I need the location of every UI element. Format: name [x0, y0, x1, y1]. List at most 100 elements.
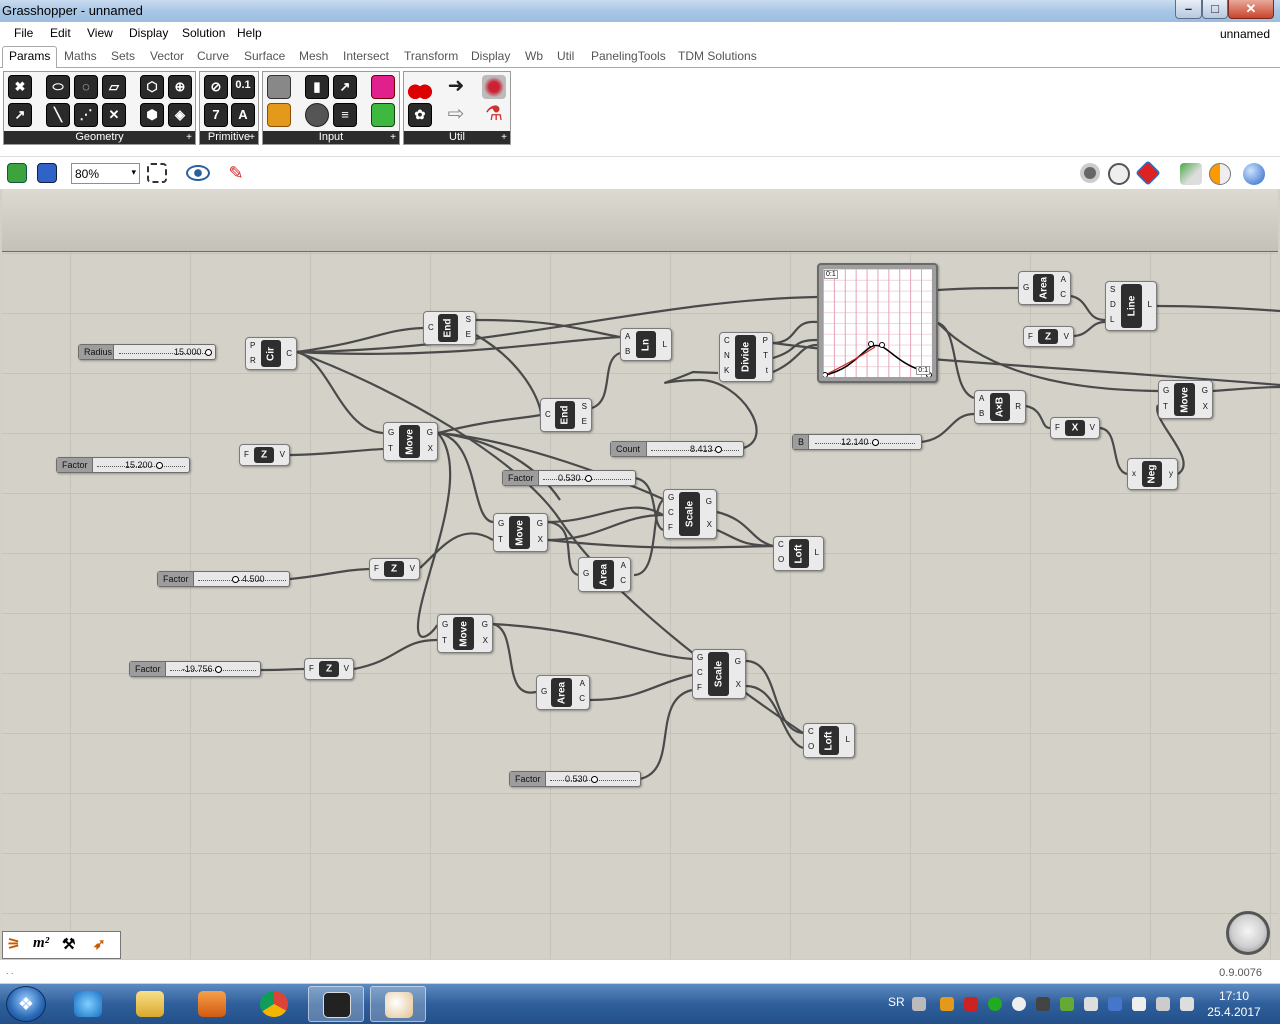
output-pin[interactable]: X — [736, 680, 741, 689]
output-pin[interactable]: P — [763, 336, 768, 345]
line-component[interactable]: A B Ln L — [620, 328, 672, 361]
close-button[interactable]: ✕ — [1228, 0, 1274, 19]
input-pin[interactable]: G — [388, 428, 394, 437]
taskbar-paint[interactable] — [370, 986, 426, 1022]
area-component-2[interactable]: G Area A C — [578, 557, 631, 592]
tab-display[interactable]: Display — [471, 49, 510, 63]
input-pin[interactable]: G — [697, 653, 703, 662]
input-pin[interactable]: C — [808, 727, 814, 736]
preview-eye-icon[interactable] — [186, 165, 210, 181]
tab-mesh[interactable]: Mesh — [299, 49, 328, 63]
curve-param-icon[interactable]: ◌ — [74, 75, 98, 99]
network-app-icon[interactable] — [1108, 997, 1122, 1011]
arrow-tool-icon[interactable]: ➶ — [93, 935, 106, 953]
output-pin[interactable]: G — [706, 497, 712, 506]
ribbon-group-label[interactable]: Primitive + — [200, 131, 258, 144]
graph-grip[interactable] — [868, 341, 874, 347]
input-pin[interactable]: F — [309, 664, 314, 673]
menu-help[interactable]: Help — [237, 26, 262, 40]
tab-wb[interactable]: Wb — [525, 49, 543, 63]
button-icon[interactable] — [305, 103, 329, 127]
input-pin[interactable]: P — [250, 341, 255, 350]
vector-param-icon[interactable]: ↗ — [8, 103, 32, 127]
slider-radius[interactable]: Radius 15.000 — [78, 344, 216, 360]
output-pin[interactable]: V — [280, 450, 285, 459]
graph-plot-area[interactable] — [822, 269, 932, 378]
output-pin[interactable]: t — [766, 366, 768, 375]
open-file-icon[interactable] — [7, 163, 27, 183]
output-pin[interactable]: G — [1202, 386, 1208, 395]
output-pin[interactable]: T — [763, 351, 768, 360]
save-icon[interactable] — [37, 163, 57, 183]
brep-param-icon[interactable]: ⬢ — [140, 103, 164, 127]
output-pin[interactable]: G — [537, 519, 543, 528]
input-pin[interactable]: G — [442, 620, 448, 629]
unit-x-component[interactable]: F X V — [1050, 417, 1100, 439]
output-pin[interactable]: R — [1015, 402, 1021, 411]
tab-sets[interactable]: Sets — [111, 49, 135, 63]
menu-solution[interactable]: Solution — [182, 26, 225, 40]
menu-edit[interactable]: Edit — [50, 26, 71, 40]
move-component-1[interactable]: G T Move G X — [383, 422, 438, 461]
slider-factor-5[interactable]: Factor 0.530 — [509, 771, 641, 787]
slider-knob[interactable] — [156, 462, 163, 469]
divide-curve-component[interactable]: C N K Divide P T t — [719, 332, 773, 382]
ribbon-group-label[interactable]: Geometry + — [4, 131, 195, 144]
unit-z-component-1[interactable]: F Z V — [1023, 326, 1074, 347]
wireframe-icon[interactable] — [1108, 163, 1130, 185]
tray-app-icon[interactable] — [940, 997, 954, 1011]
cherry-picker-icon[interactable] — [408, 75, 432, 99]
number-param-icon[interactable]: 0.1 — [231, 75, 255, 99]
value-list-icon[interactable]: ≡ — [333, 103, 357, 127]
point-param-icon[interactable]: ⋰ — [74, 103, 98, 127]
taskbar-internet-explorer[interactable] — [60, 986, 116, 1022]
loft-component-1[interactable]: C O Loft L — [773, 536, 824, 571]
scale-component-1[interactable]: G C F Scale G X — [663, 489, 717, 539]
output-pin[interactable]: S — [582, 402, 587, 411]
input-pin[interactable]: x — [1132, 469, 1136, 478]
start-button[interactable]: ❖ — [6, 986, 46, 1022]
arrow-right-icon[interactable]: ➜ — [444, 75, 468, 99]
input-pin[interactable]: C — [428, 323, 434, 332]
navigation-wheel[interactable] — [1226, 911, 1270, 955]
output-pin[interactable]: V — [1090, 423, 1095, 432]
keyboard-icon[interactable] — [912, 997, 926, 1011]
output-pin[interactable]: X — [1203, 402, 1208, 411]
ribbon-group-label[interactable]: Util + — [404, 131, 510, 144]
slider-knob[interactable] — [591, 776, 598, 783]
taskbar-rhino[interactable] — [308, 986, 364, 1022]
tab-maths[interactable]: Maths — [64, 49, 97, 63]
slider-factor-1[interactable]: Factor 15.200 — [56, 457, 190, 473]
cluster-icon[interactable] — [482, 75, 506, 99]
input-pin[interactable]: F — [374, 564, 379, 573]
input-pin[interactable]: L — [1110, 315, 1114, 324]
input-pin[interactable]: R — [250, 356, 256, 365]
output-pin[interactable]: C — [579, 694, 585, 703]
output-pin[interactable]: A — [580, 679, 585, 688]
output-pin[interactable]: L — [846, 735, 850, 744]
field-param-icon[interactable]: ◈ — [168, 103, 192, 127]
unit-z-component-3[interactable]: F Z V — [369, 558, 420, 580]
graph-grip[interactable] — [822, 372, 828, 378]
input-pin[interactable]: B — [979, 409, 984, 418]
grasshopper-icon[interactable]: ⚞ — [7, 935, 20, 953]
flag-icon[interactable] — [1132, 997, 1146, 1011]
tray-dark-icon[interactable] — [1036, 997, 1050, 1011]
cross-product-component[interactable]: A B A×B R — [974, 390, 1026, 424]
end-points-component-2[interactable]: C End S E — [540, 398, 592, 432]
output-pin[interactable]: G — [427, 428, 433, 437]
input-pin[interactable]: N — [724, 351, 730, 360]
data-tree-icon[interactable]: ✿ — [408, 103, 432, 127]
input-pin[interactable]: G — [541, 687, 547, 696]
move-component-4[interactable]: G T Move G X — [437, 614, 493, 653]
sync-icon[interactable] — [1012, 997, 1026, 1011]
gradient-icon[interactable] — [267, 103, 291, 127]
output-pin[interactable]: y — [1169, 469, 1173, 478]
taskbar-chrome[interactable] — [246, 986, 302, 1022]
zoom-select[interactable]: 80% ▾ — [71, 163, 140, 184]
taskbar-media-player[interactable] — [184, 986, 240, 1022]
input-pin[interactable]: G — [1023, 283, 1029, 292]
move-component-3[interactable]: G T Move G X — [493, 513, 548, 552]
input-pin[interactable]: O — [778, 555, 784, 564]
move-component-2[interactable]: G T Move G X — [1158, 380, 1213, 419]
